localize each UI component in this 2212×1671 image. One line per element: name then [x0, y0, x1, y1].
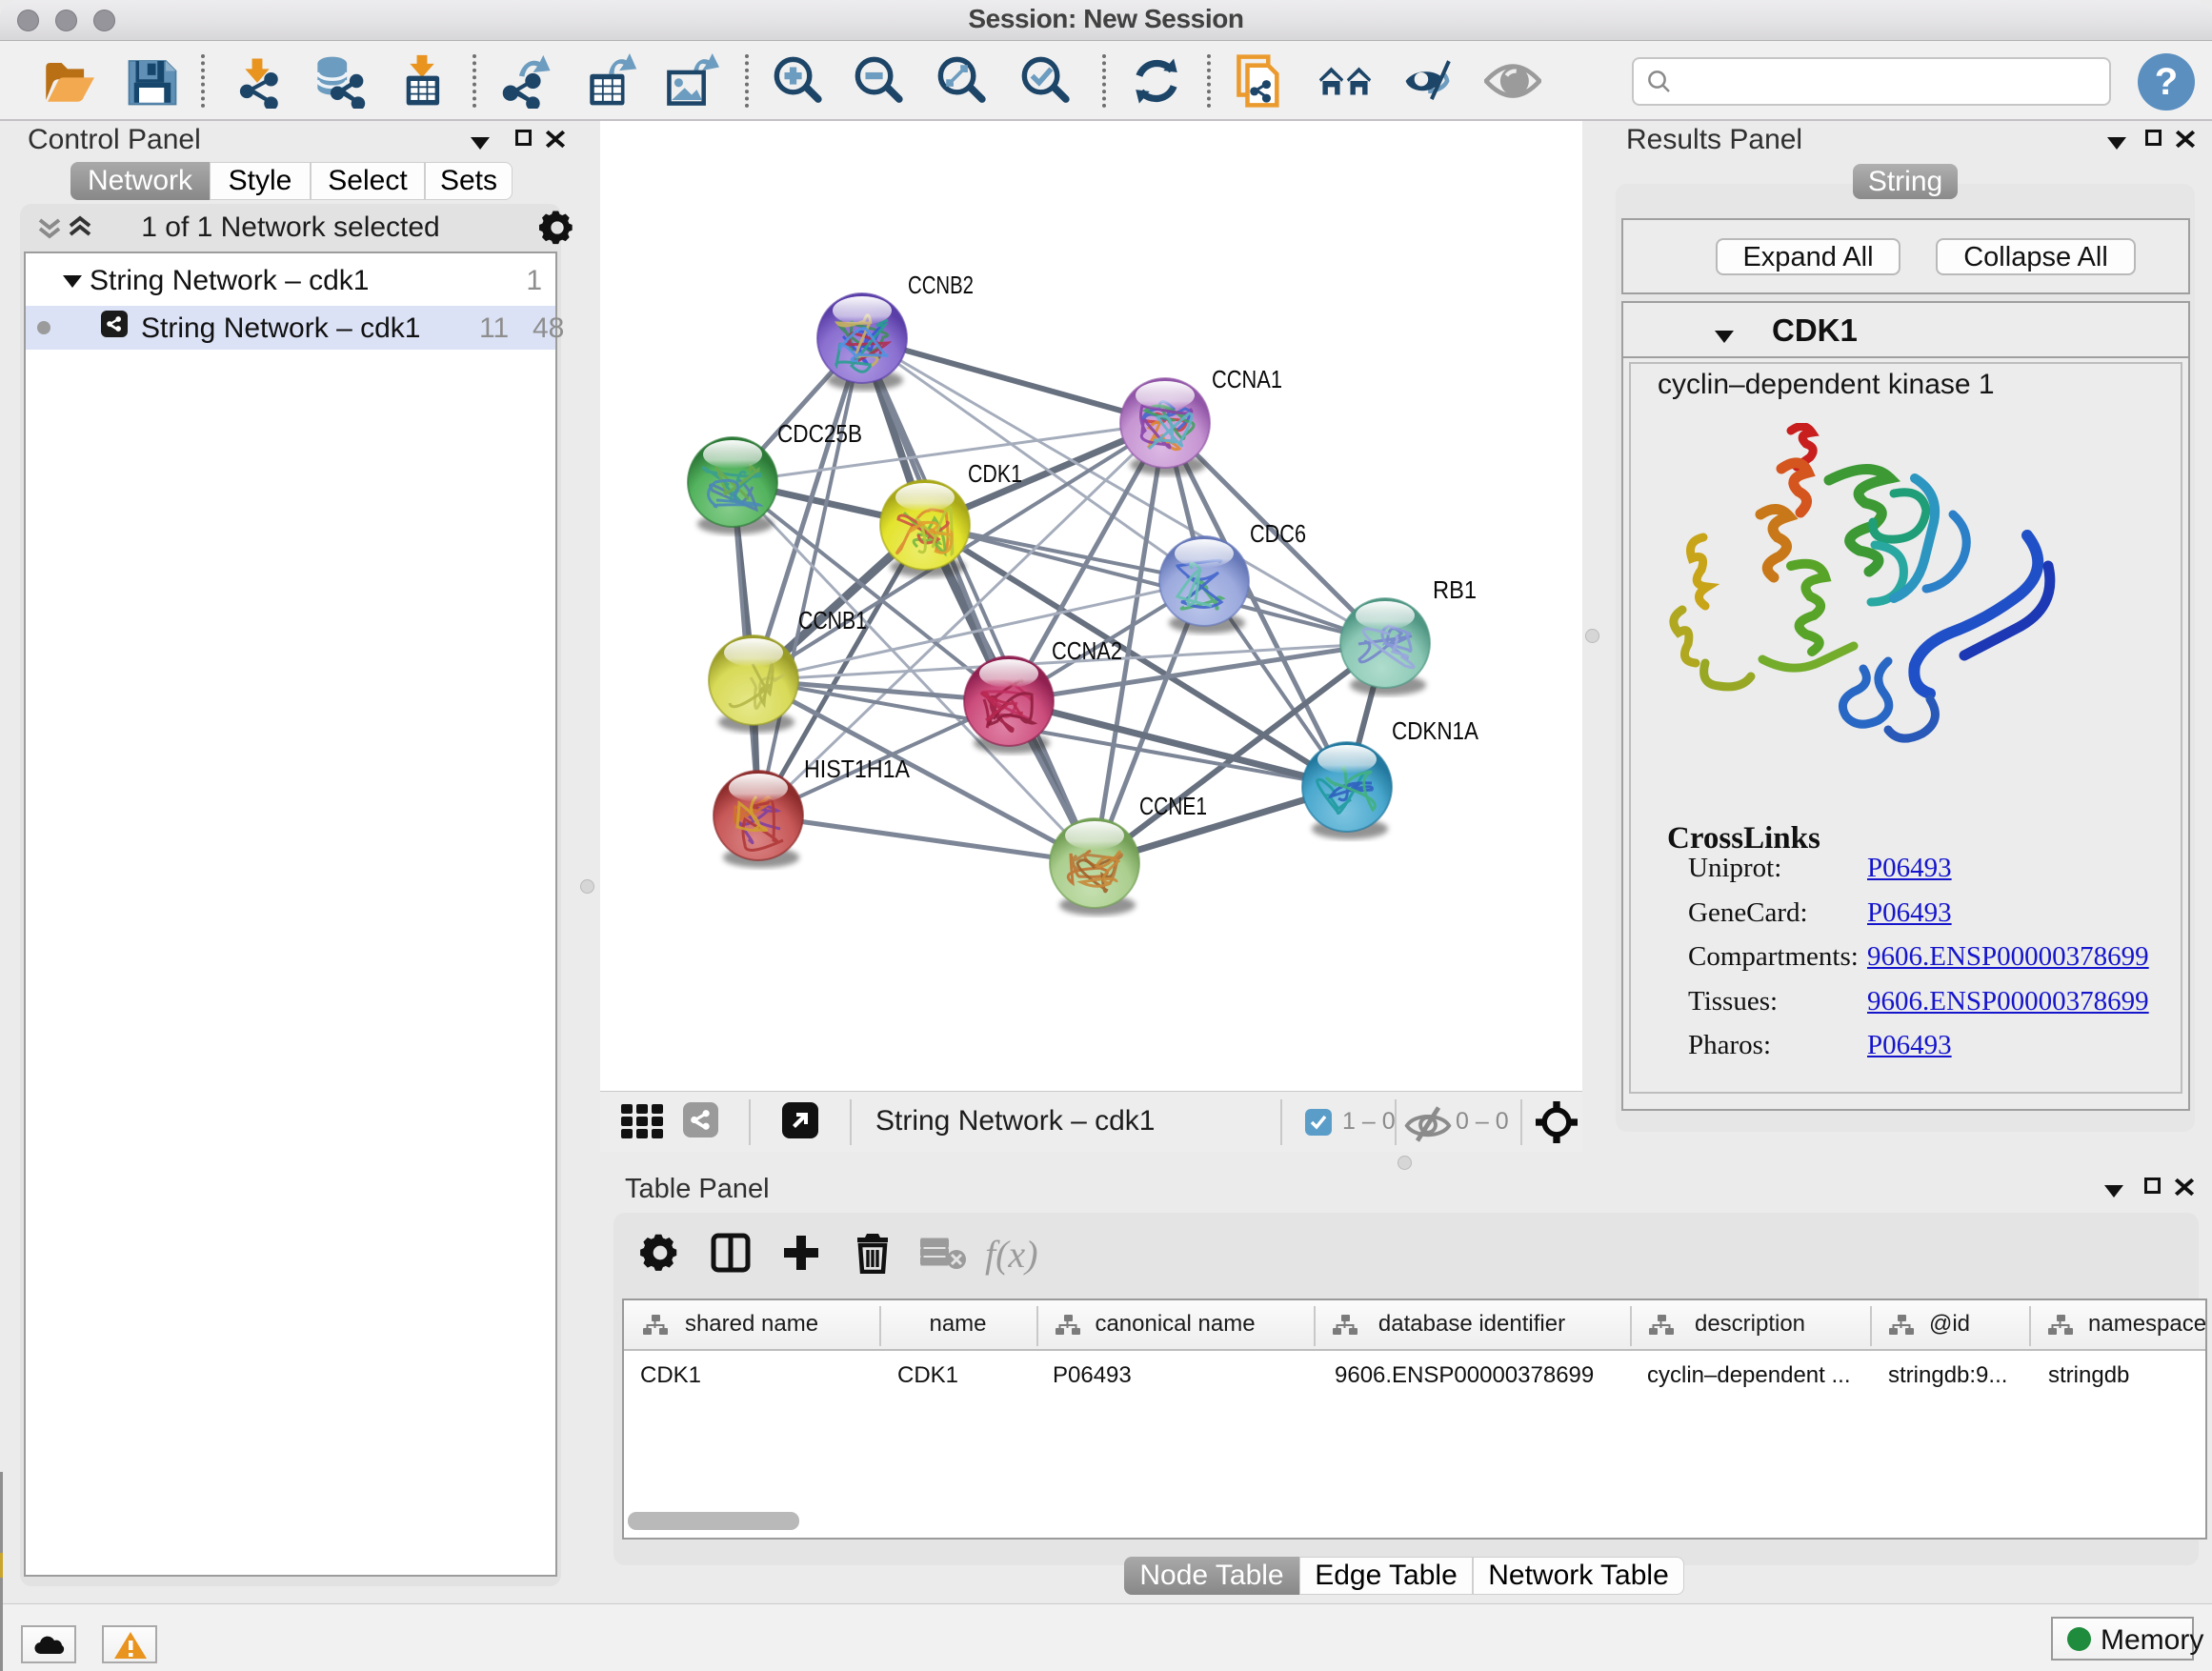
svg-text:CCNA1: CCNA1 [1212, 365, 1282, 393]
svg-text:CCNB2: CCNB2 [908, 271, 974, 299]
svg-text:CDC25B: CDC25B [777, 419, 862, 448]
svg-text:CCNB1: CCNB1 [798, 606, 867, 634]
svg-text:CDC6: CDC6 [1250, 519, 1306, 548]
svg-text:CCNA2: CCNA2 [1052, 636, 1122, 665]
svg-text:RB1: RB1 [1433, 575, 1477, 604]
svg-text:HIST1H1A: HIST1H1A [804, 755, 911, 783]
svg-text:CDKN1A: CDKN1A [1392, 716, 1479, 745]
svg-text:CCNE1: CCNE1 [1139, 792, 1207, 820]
svg-text:CDK1: CDK1 [968, 459, 1022, 488]
